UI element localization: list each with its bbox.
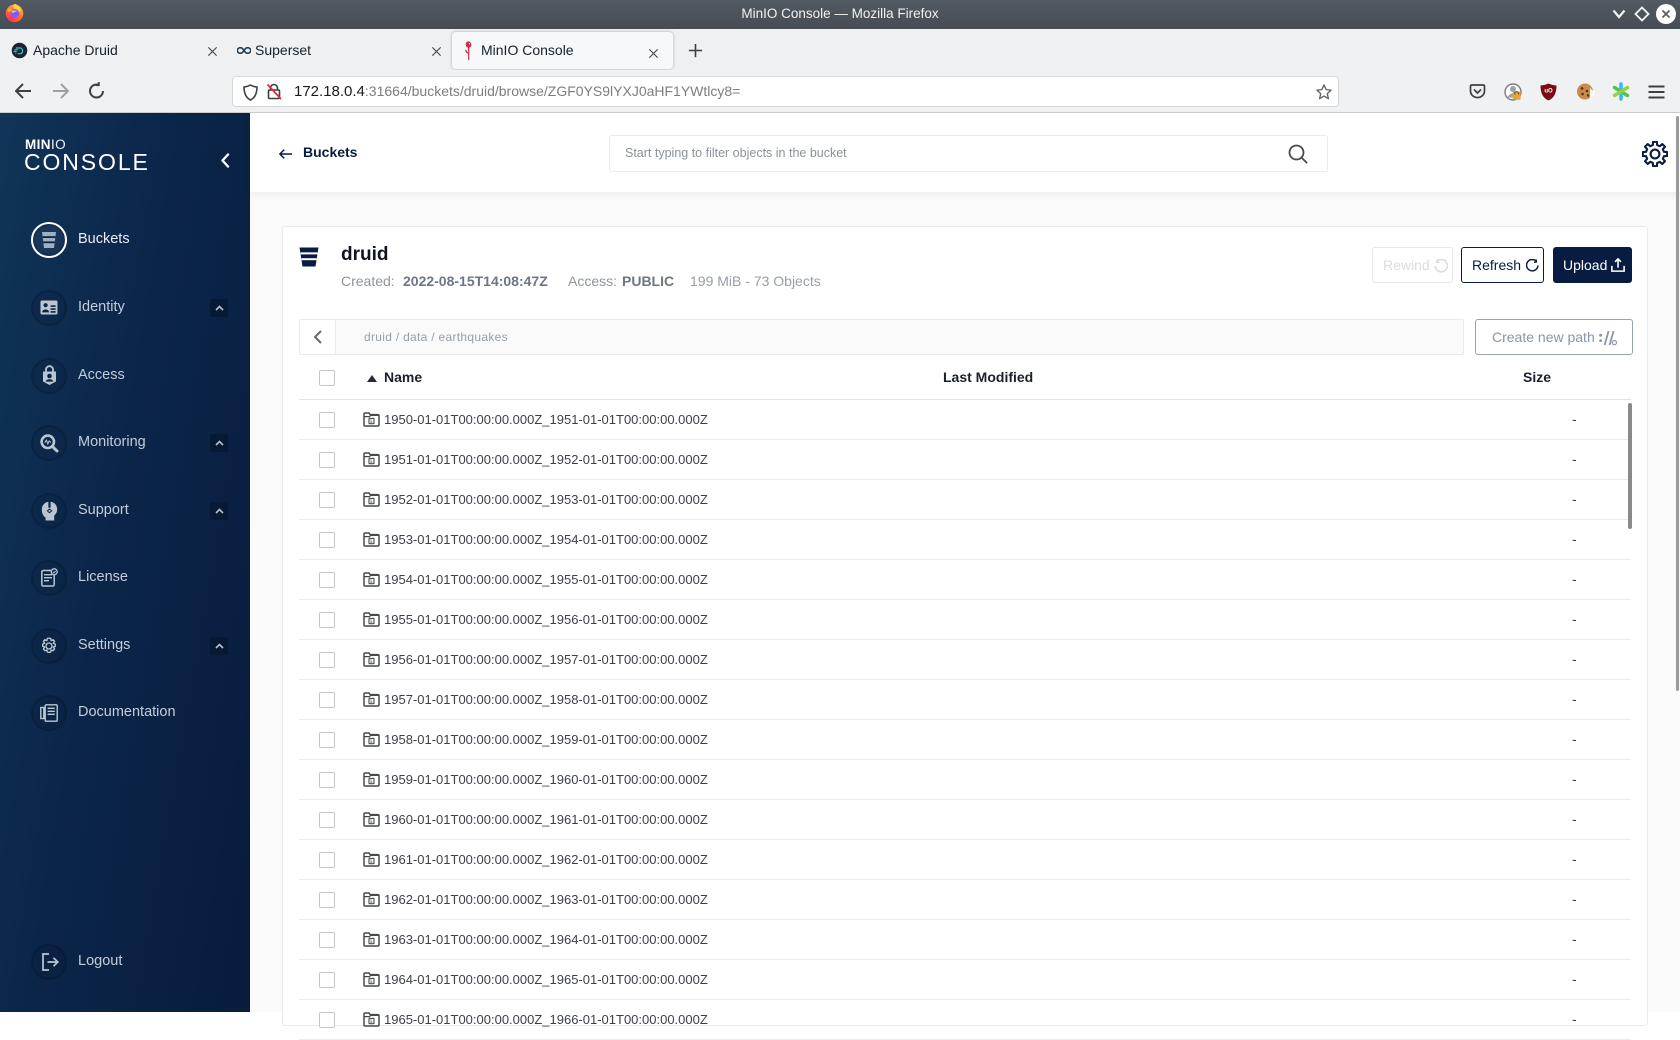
svg-text:uO: uO xyxy=(1544,89,1553,95)
